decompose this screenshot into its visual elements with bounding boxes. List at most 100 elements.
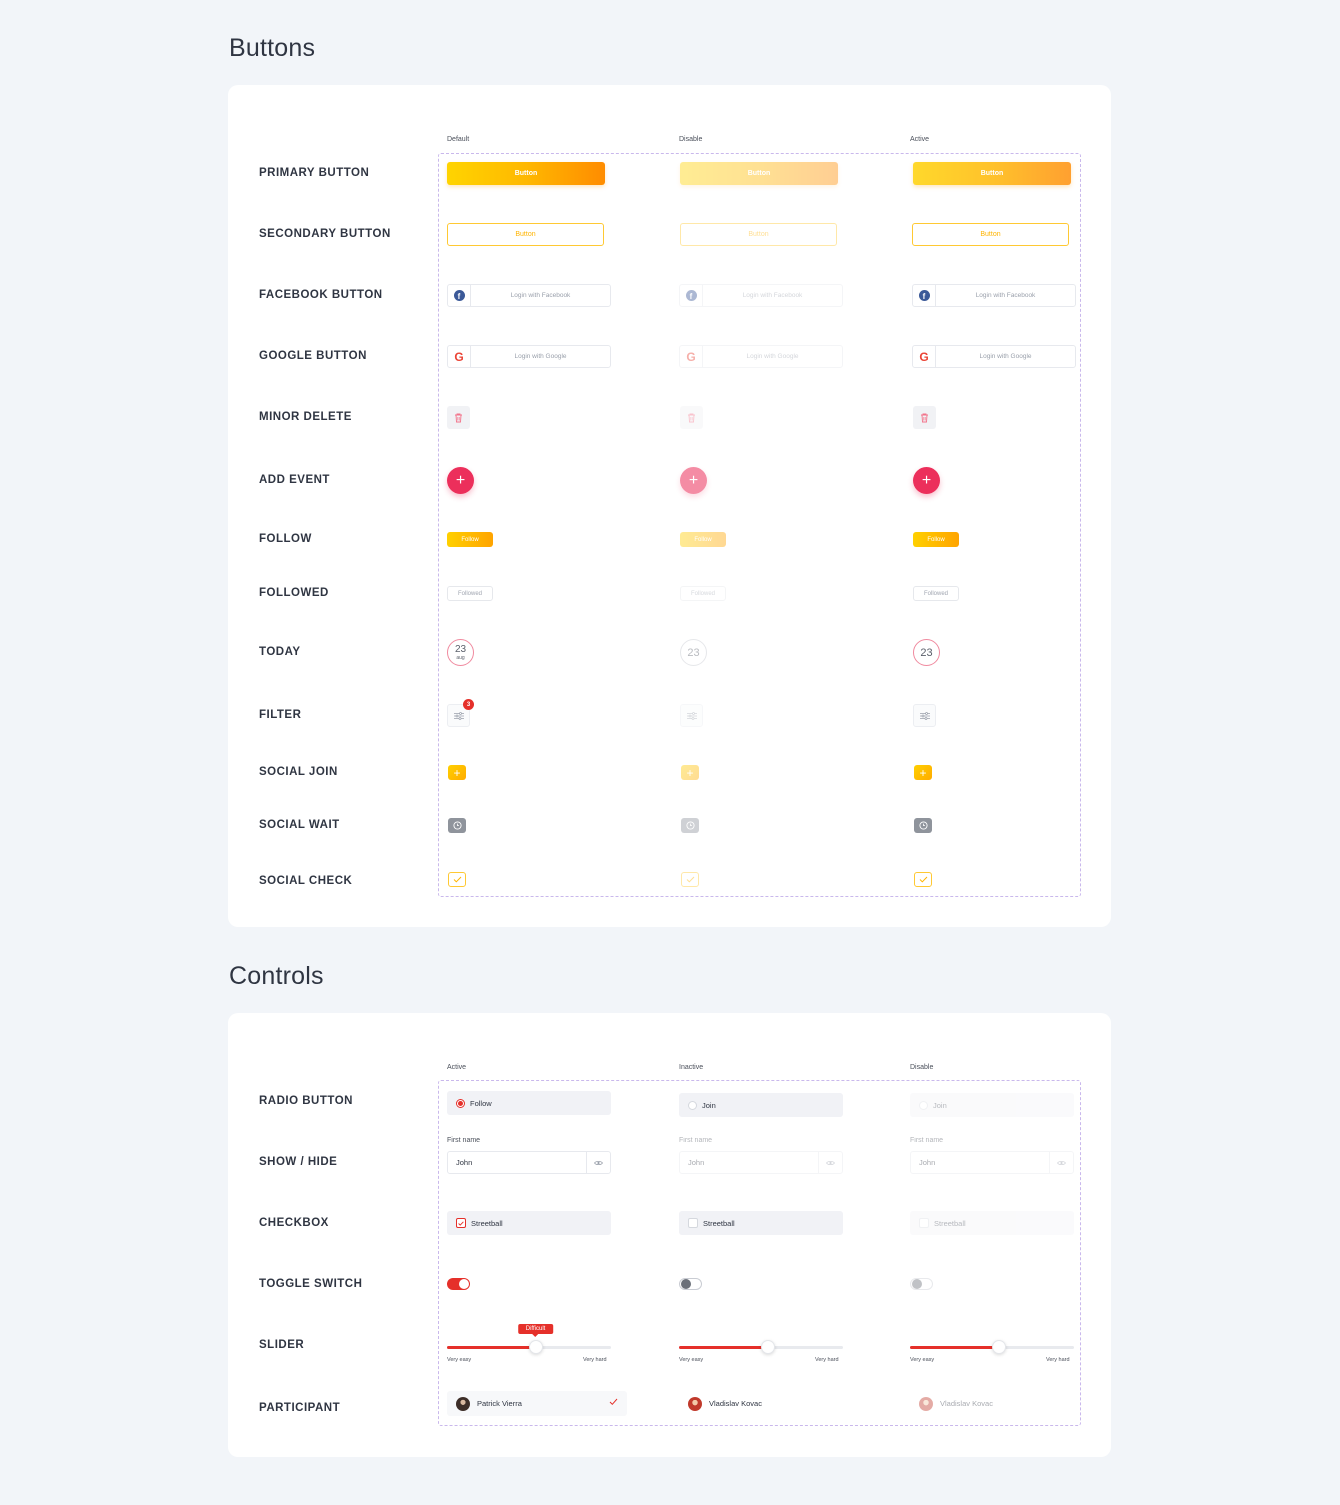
row-label-add-event: ADD EVENT (259, 474, 330, 486)
slider-disabled[interactable] (910, 1340, 1074, 1354)
check-icon (609, 1398, 618, 1406)
toggle-switch-disabled[interactable] (910, 1278, 933, 1290)
checkbox-label: Streetball (934, 1218, 966, 1228)
checkbox-option-active[interactable]: Streetball (447, 1211, 611, 1235)
participant-item-disabled[interactable]: Vladislav Kovac (910, 1391, 1090, 1416)
slider-min-label: Very easy (910, 1357, 935, 1363)
controls-section-title: Controls (229, 962, 324, 990)
checkbox-square[interactable] (688, 1218, 698, 1228)
row-label-participant: PARTICIPANT (259, 1402, 341, 1414)
check-icon (453, 876, 461, 883)
show-password-button[interactable] (586, 1152, 610, 1173)
participant-name: Vladislav Kovac (940, 1399, 993, 1408)
google-button-default[interactable]: G Login with Google (447, 345, 611, 368)
filter-button-disabled[interactable] (680, 704, 703, 727)
radio-option-inactive[interactable]: Join (679, 1093, 843, 1117)
show-password-button[interactable] (1049, 1152, 1073, 1173)
primary-button-default[interactable]: Button (447, 162, 605, 185)
sliders-icon (453, 711, 464, 720)
first-name-field-inactive[interactable]: John (679, 1151, 843, 1174)
follow-button-active[interactable]: Follow (913, 532, 959, 547)
row-label-google-button: GOOGLE BUTTON (259, 350, 367, 362)
radio-option-disabled[interactable]: Join (910, 1093, 1074, 1117)
primary-button-active[interactable]: Button (913, 162, 1071, 185)
social-check-button-default[interactable] (448, 872, 466, 887)
secondary-button-default[interactable]: Button (447, 223, 604, 246)
radio-circle[interactable] (456, 1098, 465, 1108)
row-label-radio-button: RADIO BUTTON (259, 1095, 353, 1107)
followed-button-default[interactable]: Followed (447, 586, 493, 601)
minor-delete-button-disabled[interactable] (680, 406, 703, 429)
plus-icon: + (453, 765, 461, 780)
slider-thumb[interactable] (528, 1340, 543, 1354)
social-join-button-disabled[interactable]: + (681, 765, 699, 780)
radio-label: Follow (470, 1098, 492, 1108)
facebook-button-default[interactable]: f Login with Facebook (447, 284, 611, 307)
row-label-facebook-button: FACEBOOK BUTTON (259, 289, 383, 301)
checkbox-square[interactable] (456, 1218, 466, 1228)
plus-icon: + (686, 765, 694, 780)
social-wait-button-disabled[interactable] (681, 818, 699, 833)
row-label-show-hide: SHOW / HIDE (259, 1156, 338, 1168)
today-button-default[interactable]: 23 aug (447, 639, 474, 666)
toggle-switch-inactive[interactable] (679, 1278, 702, 1290)
trash-icon (455, 413, 462, 422)
participant-item-active[interactable]: Patrick Vierra (447, 1391, 627, 1416)
social-check-button-active[interactable] (914, 872, 932, 887)
column-header-inactive: Inactive (679, 1064, 704, 1071)
secondary-button-active[interactable]: Button (912, 223, 1069, 246)
checkbox-option-inactive[interactable]: Streetball (679, 1211, 843, 1235)
social-join-button-default[interactable]: + (448, 765, 466, 780)
filter-button-active[interactable] (913, 704, 936, 727)
participant-item-inactive[interactable]: Vladislav Kovac (679, 1391, 859, 1416)
add-event-button-active[interactable]: + (913, 467, 940, 494)
first-name-value: John (919, 1158, 936, 1167)
filter-button-default[interactable]: 3 (447, 699, 474, 727)
row-label-toggle-switch: TOGGLE SWITCH (259, 1278, 363, 1290)
row-label-filter: FILTER (259, 709, 302, 721)
social-wait-button-default[interactable] (448, 818, 466, 833)
clock-icon (685, 821, 695, 830)
secondary-button-disabled[interactable]: Button (680, 223, 837, 246)
radio-circle[interactable] (919, 1100, 928, 1110)
checkbox-square[interactable] (919, 1218, 929, 1228)
follow-button-default[interactable]: Follow (447, 532, 493, 547)
minor-delete-button-default[interactable] (447, 406, 470, 429)
column-header-disable: Disable (910, 1064, 934, 1071)
social-wait-button-active[interactable] (914, 818, 932, 833)
radio-label: Join (933, 1100, 947, 1110)
followed-button-disabled[interactable]: Followed (680, 586, 726, 601)
radio-option-active[interactable]: Follow (447, 1091, 611, 1115)
minor-delete-button-active[interactable] (913, 406, 936, 429)
social-check-button-disabled[interactable] (681, 872, 699, 887)
sliders-icon (686, 711, 697, 720)
slider-active[interactable]: Difficult (447, 1324, 611, 1354)
slider-thumb[interactable] (991, 1340, 1006, 1354)
today-button-disabled[interactable]: 23 (680, 639, 707, 666)
show-password-button[interactable] (818, 1152, 842, 1173)
first-name-field-disabled[interactable]: John (910, 1151, 1074, 1174)
google-button-active[interactable]: G Login with Google (912, 345, 1076, 368)
sliders-icon (919, 711, 930, 720)
avatar (688, 1396, 702, 1411)
checkbox-option-disabled[interactable]: Streetball (910, 1211, 1074, 1235)
facebook-button-label: Login with Facebook (742, 292, 803, 299)
slider-thumb[interactable] (760, 1340, 775, 1354)
facebook-button-disabled[interactable]: f Login with Facebook (679, 284, 843, 307)
toggle-switch-active[interactable] (447, 1278, 470, 1290)
google-button-disabled[interactable]: G Login with Google (679, 345, 843, 368)
today-button-active[interactable]: 23 (913, 639, 940, 666)
facebook-button-label: Login with Facebook (975, 292, 1036, 299)
add-event-button-default[interactable]: + (447, 467, 474, 494)
first-name-field-active[interactable]: John (447, 1151, 611, 1174)
follow-button-disabled[interactable]: Follow (680, 532, 726, 547)
radio-circle[interactable] (688, 1100, 697, 1110)
google-button-label: Login with Google (514, 353, 567, 360)
facebook-button-active[interactable]: f Login with Facebook (912, 284, 1076, 307)
followed-button-active[interactable]: Followed (913, 586, 959, 601)
social-join-button-active[interactable]: + (914, 765, 932, 780)
add-event-button-disabled[interactable]: + (680, 467, 707, 494)
facebook-icon: f (918, 290, 930, 301)
primary-button-disabled[interactable]: Button (680, 162, 838, 185)
slider-inactive[interactable] (679, 1340, 843, 1354)
